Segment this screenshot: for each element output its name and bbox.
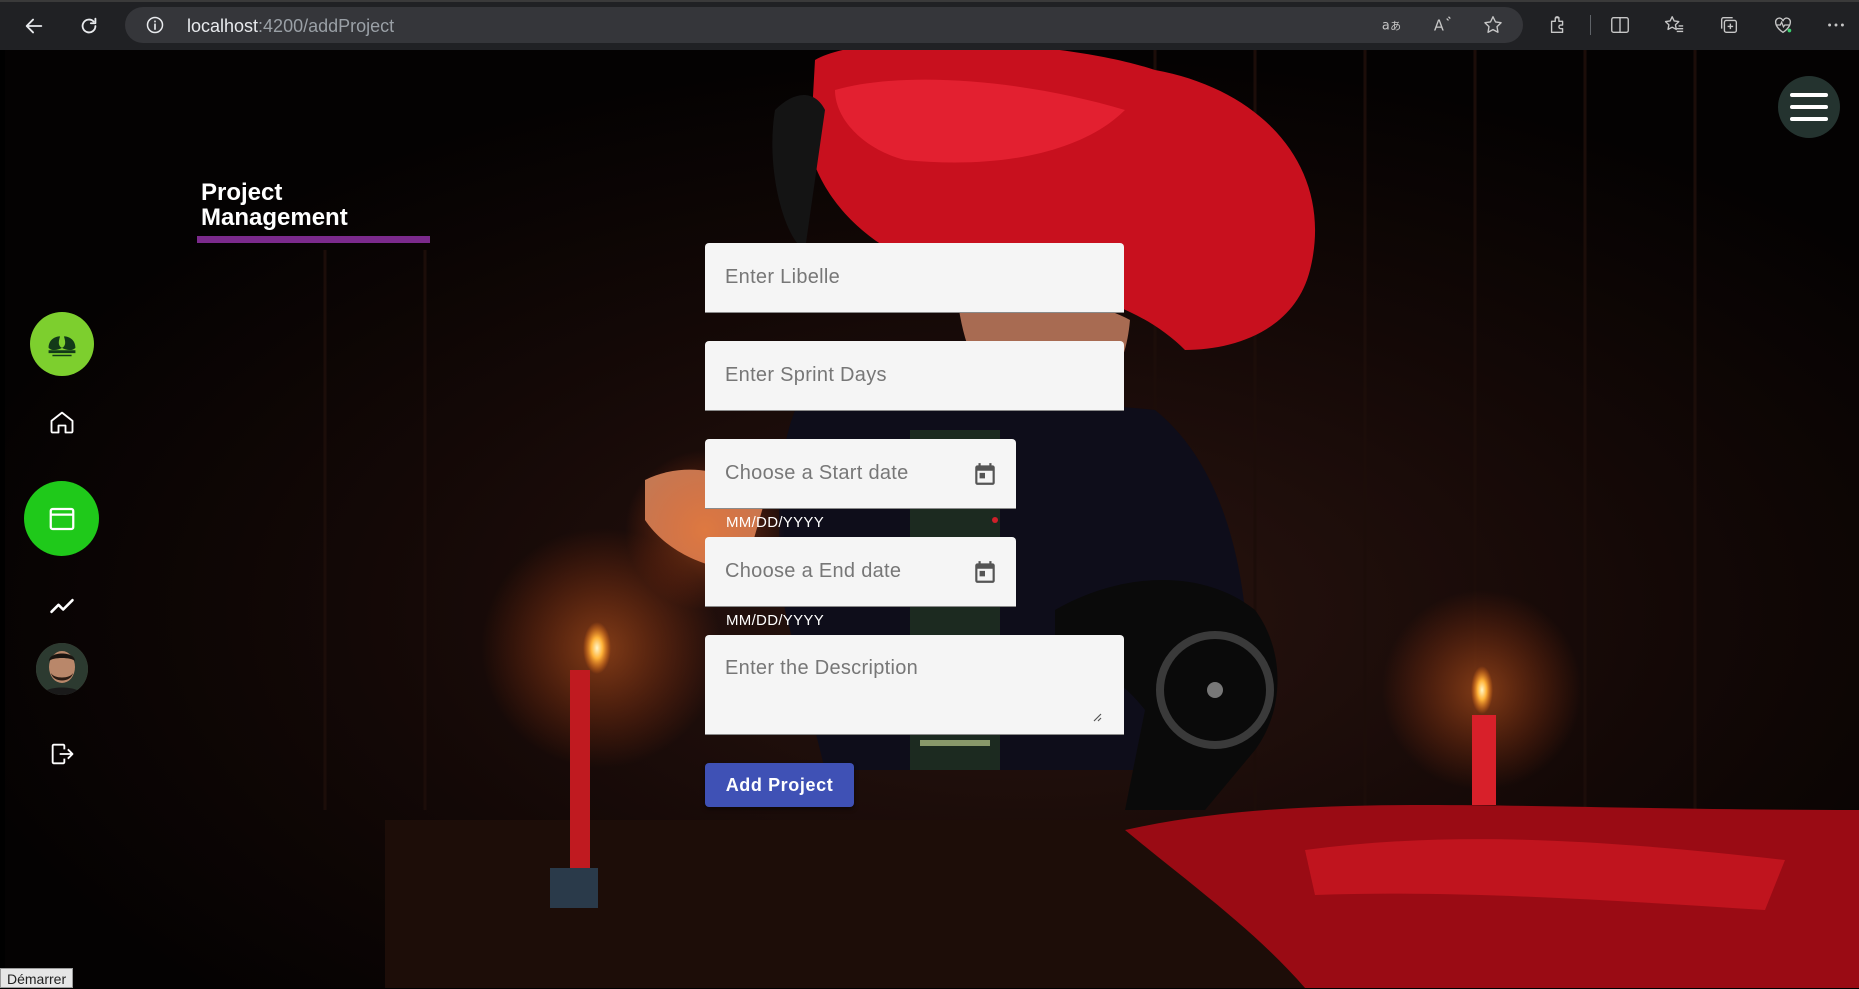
menu-toggle-button[interactable]	[1778, 76, 1840, 138]
favorites-icon[interactable]	[1661, 12, 1687, 38]
sprint-days-input[interactable]	[705, 341, 1124, 410]
end-date-picker-toggle[interactable]	[972, 559, 998, 585]
home-icon	[50, 411, 74, 434]
user-avatar[interactable]	[36, 643, 88, 695]
svg-text:A: A	[1434, 18, 1444, 35]
logout-icon	[51, 743, 74, 765]
add-project-button[interactable]: Add Project	[705, 763, 854, 807]
sprint-days-field	[705, 341, 1124, 411]
resize-grip-icon[interactable]	[1092, 712, 1102, 722]
site-info-icon[interactable]	[145, 15, 165, 35]
libelle-input[interactable]	[705, 243, 1124, 312]
back-button[interactable]	[18, 10, 50, 42]
status-tooltip: Démarrer	[0, 968, 74, 988]
brand-block: Project Management	[197, 180, 432, 243]
collections-icon[interactable]	[1716, 12, 1742, 38]
app-logo[interactable]	[30, 312, 94, 376]
page-content: Project Management Enter Libelle Enter S…	[5, 50, 1859, 988]
start-date-picker-toggle[interactable]	[972, 461, 998, 487]
end-date-input[interactable]	[705, 537, 1016, 606]
url-host: localhost	[187, 16, 259, 36]
extensions-icon[interactable]	[1545, 12, 1571, 38]
browser-toolbar: localhost:4200/addProject aあ A	[0, 0, 1859, 50]
end-date-field	[705, 537, 1016, 607]
url-text: localhost:4200/addProject	[187, 16, 394, 37]
address-bar[interactable]: localhost:4200/addProject	[125, 7, 1523, 43]
nav-projects[interactable]	[24, 481, 99, 556]
description-field	[705, 635, 1124, 735]
hamburger-icon	[1790, 89, 1828, 125]
avatar-icon	[36, 643, 88, 695]
reload-button[interactable]	[73, 10, 105, 42]
svg-text:a: a	[1382, 19, 1390, 34]
end-date-hint: MM/DD/YYYY	[726, 612, 825, 629]
split-screen-icon[interactable]	[1607, 12, 1633, 38]
calendar-icon	[975, 561, 995, 583]
brand-underline	[197, 236, 430, 243]
read-aloud-icon[interactable]: A	[1430, 12, 1456, 38]
window-edge	[0, 0, 1859, 2]
reload-icon	[81, 17, 97, 34]
favorite-star-icon[interactable]	[1480, 12, 1506, 38]
calendar-icon	[975, 463, 995, 485]
url-path: :4200/addProject	[258, 16, 395, 36]
back-arrow-icon	[25, 18, 43, 34]
more-menu-icon[interactable]	[1823, 12, 1849, 38]
calendar-window-icon	[49, 507, 74, 530]
start-date-field	[705, 439, 1016, 509]
nav-logout[interactable]	[35, 727, 89, 781]
start-date-input[interactable]	[705, 439, 1016, 508]
svg-text:あ: あ	[1390, 20, 1401, 33]
nav-home[interactable]	[35, 395, 89, 449]
trending-up-icon	[50, 598, 74, 614]
translate-icon[interactable]: aあ	[1378, 12, 1404, 38]
nav-stats[interactable]	[35, 579, 89, 633]
toolbar-separator	[1590, 15, 1591, 35]
brand-title: Project Management	[201, 179, 348, 231]
start-date-hint: MM/DD/YYYY	[726, 514, 825, 531]
performance-heart-icon[interactable]	[1770, 12, 1796, 38]
description-textarea[interactable]	[705, 635, 1124, 734]
leaf-logo-icon	[48, 336, 76, 357]
libelle-field	[705, 243, 1124, 313]
